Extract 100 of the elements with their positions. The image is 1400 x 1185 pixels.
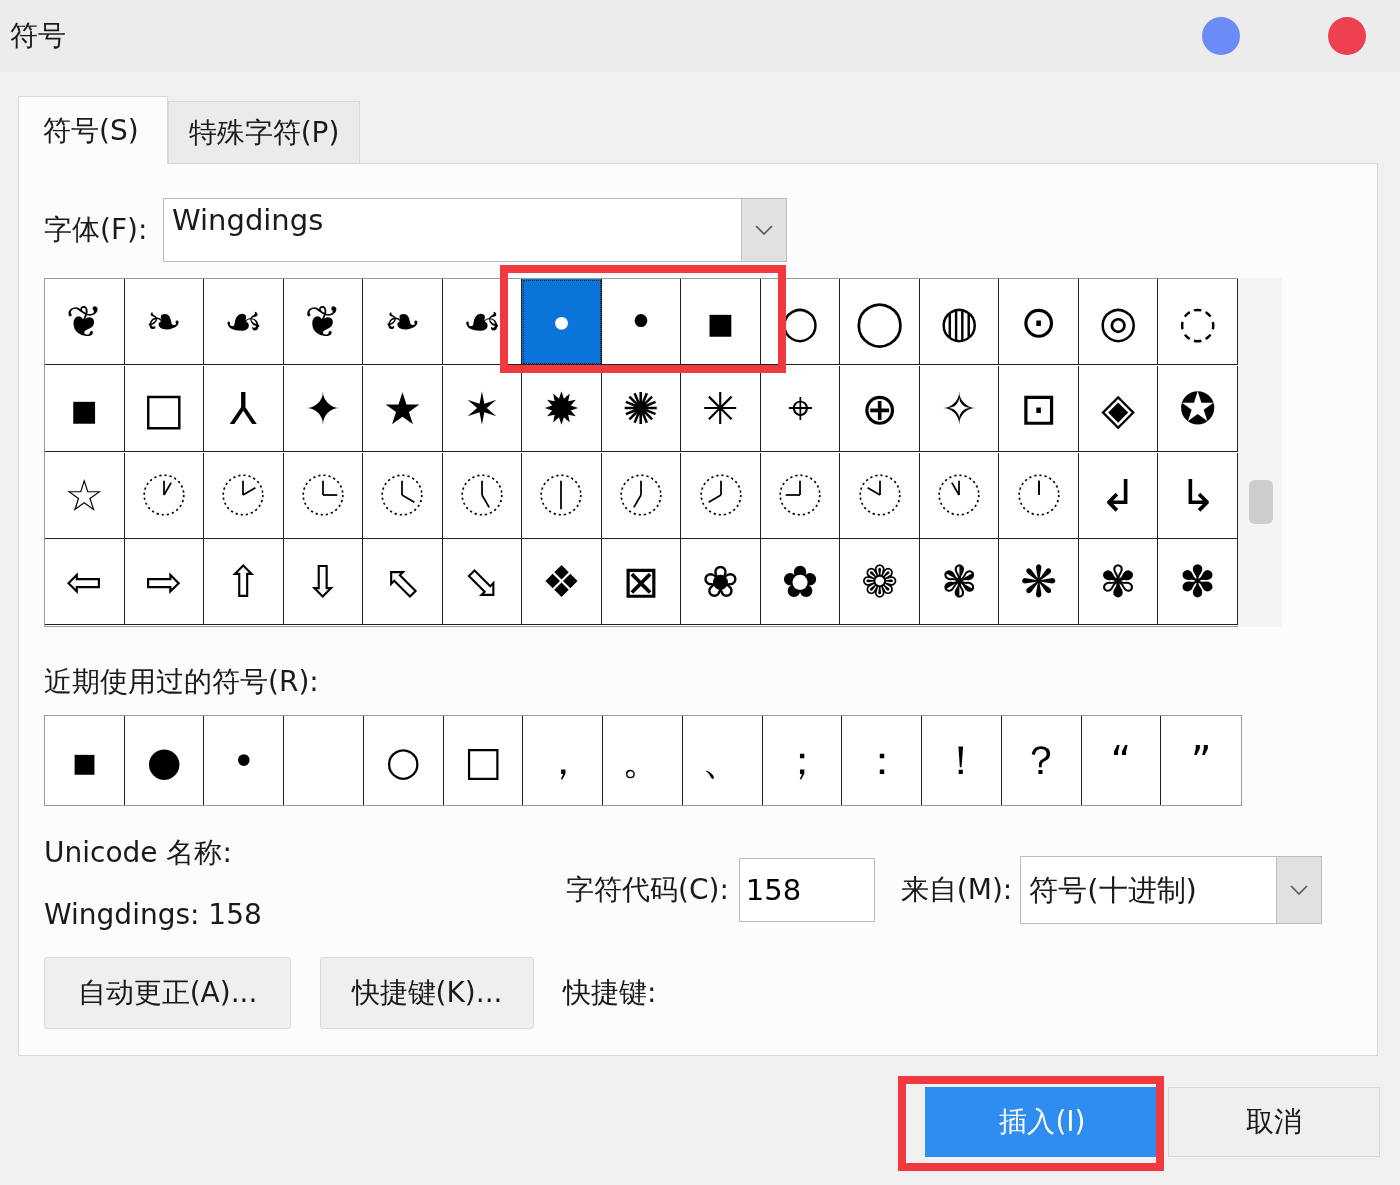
symbol-cell[interactable]: ◍: [919, 279, 1000, 365]
dialog-button[interactable]: 快捷键(K)...: [320, 957, 534, 1029]
symbol-cell[interactable]: [919, 452, 1000, 539]
symbol-cell[interactable]: ☆: [45, 452, 125, 539]
window-title: 符号: [10, 18, 66, 54]
symbol-cell[interactable]: ⬂: [442, 539, 523, 626]
clock-icon: [937, 473, 982, 517]
symbol-cell[interactable]: ✿: [760, 539, 841, 626]
symbol-cell[interactable]: ↲: [1078, 452, 1159, 539]
symbol-cell[interactable]: ⌖: [760, 365, 841, 452]
symbol-cell[interactable]: ❦: [283, 279, 364, 365]
symbol-cell[interactable]: ∙: [522, 279, 602, 365]
recent-symbol-cell[interactable]: ●: [124, 716, 205, 805]
char-code-label: 字符代码(C):: [566, 872, 729, 908]
recent-symbol-cell[interactable]: •: [204, 716, 285, 805]
char-code-field[interactable]: 158: [738, 858, 875, 922]
symbol-cell[interactable]: [204, 452, 284, 539]
chevron-down-icon: [755, 225, 773, 235]
recent-symbol-cell[interactable]: ：: [842, 716, 923, 805]
symbol-cell[interactable]: [999, 452, 1079, 539]
symbol-cell[interactable]: ⇦: [45, 539, 125, 626]
symbol-cell[interactable]: [681, 452, 761, 539]
symbol-cell[interactable]: ✾: [1078, 539, 1159, 626]
symbol-cell[interactable]: ◯: [840, 279, 920, 365]
symbol-cell[interactable]: ▪: [681, 279, 761, 365]
symbol-cell[interactable]: [601, 452, 682, 539]
symbol-cell[interactable]: ✺: [601, 365, 682, 452]
symbol-cell[interactable]: [522, 452, 602, 539]
symbol-cell[interactable]: ⇧: [204, 539, 284, 626]
clock-icon: [1016, 473, 1061, 517]
symbol-cell[interactable]: ⊕: [840, 365, 920, 452]
symbol-cell[interactable]: •: [601, 279, 682, 365]
close-button[interactable]: [1328, 17, 1366, 55]
symbol-cell[interactable]: ✳: [681, 365, 761, 452]
recent-symbol-cell[interactable]: ○: [363, 716, 444, 805]
symbol-cell[interactable]: ❦: [45, 279, 125, 365]
symbol-cell[interactable]: ⇨: [124, 539, 205, 626]
symbol-cell[interactable]: ✹: [522, 365, 602, 452]
symbol-cell[interactable]: ◈: [1078, 365, 1159, 452]
tab[interactable]: 符号(S): [18, 96, 168, 164]
symbol-cell[interactable]: ▪: [45, 365, 125, 452]
recent-symbol-cell[interactable]: ；: [762, 716, 843, 805]
recent-symbol-cell[interactable]: ？: [1001, 716, 1082, 805]
from-label: 来自(M):: [900, 872, 1013, 908]
symbol-cell[interactable]: ✦: [283, 365, 364, 452]
recent-symbols-label: 近期使用过的符号(R):: [44, 664, 320, 700]
symbol-cell[interactable]: ❖: [522, 539, 602, 626]
recent-symbol-cell[interactable]: ”: [1161, 716, 1241, 805]
clock-icon: [539, 473, 584, 517]
symbol-cell[interactable]: [124, 452, 205, 539]
symbol-cell[interactable]: □: [124, 365, 205, 452]
symbol-cell[interactable]: ❋: [999, 539, 1079, 626]
shortcut-label: 快捷键:: [563, 975, 657, 1011]
symbol-cell[interactable]: [442, 452, 523, 539]
recent-symbol-cell[interactable]: ，: [523, 716, 604, 805]
symbol-cell[interactable]: ⊡: [999, 365, 1079, 452]
unicode-name-label: Unicode 名称:: [44, 835, 233, 871]
symbol-cell[interactable]: ⊙: [999, 279, 1079, 365]
symbol-cell[interactable]: [363, 452, 443, 539]
symbol-cell[interactable]: ⅄: [204, 365, 284, 452]
font-dropdown[interactable]: Wingdings: [163, 198, 787, 262]
symbol-cell[interactable]: ✪: [1158, 365, 1238, 452]
symbol-cell[interactable]: ❀: [681, 539, 761, 626]
scrollbar[interactable]: [1238, 278, 1282, 627]
clock-icon: [698, 473, 743, 517]
symbol-cell[interactable]: [840, 452, 920, 539]
symbol-cell[interactable]: ⊠: [601, 539, 682, 626]
symbol-cell[interactable]: ⇩: [283, 539, 364, 626]
symbol-cell[interactable]: ⬁: [363, 539, 443, 626]
symbol-cell[interactable]: ✽: [1158, 539, 1238, 626]
recent-symbol-cell[interactable]: “: [1081, 716, 1162, 805]
recent-symbol-cell[interactable]: □: [443, 716, 524, 805]
symbol-cell[interactable]: ❧: [363, 279, 443, 365]
font-label: 字体(F):: [44, 212, 149, 248]
symbol-cell[interactable]: ◎: [1078, 279, 1159, 365]
symbol-cell[interactable]: ❧: [124, 279, 205, 365]
symbol-cell[interactable]: ↳: [1158, 452, 1238, 539]
symbol-cell[interactable]: ✶: [442, 365, 523, 452]
symbol-cell[interactable]: ❁: [840, 539, 920, 626]
recent-symbol-cell[interactable]: 。: [603, 716, 683, 805]
clock-icon: [221, 473, 266, 517]
symbol-cell[interactable]: ❃: [919, 539, 1000, 626]
cancel-button[interactable]: 取消: [1168, 1087, 1380, 1157]
symbol-cell[interactable]: [760, 452, 841, 539]
dialog-button[interactable]: 自动更正(A)...: [44, 957, 291, 1029]
symbol-cell[interactable]: ☙: [204, 279, 284, 365]
chevron-down-icon: [1290, 885, 1309, 895]
symbol-cell[interactable]: ◌: [1158, 279, 1238, 365]
symbol-cell[interactable]: [283, 452, 364, 539]
recent-symbol-cell[interactable]: ！: [922, 716, 1002, 805]
clock-icon: [459, 473, 504, 517]
symbol-cell[interactable]: ✧: [919, 365, 1000, 452]
recent-symbol-cell[interactable]: 、: [682, 716, 763, 805]
from-dropdown[interactable]: 符号(十进制): [1020, 856, 1323, 924]
symbol-cell[interactable]: ★: [363, 365, 443, 452]
symbol-description: Wingdings: 158: [44, 898, 263, 931]
minimize-button[interactable]: [1202, 17, 1240, 55]
clock-icon: [300, 473, 345, 517]
tab[interactable]: 特殊字符(P): [167, 101, 361, 163]
recent-symbol-cell[interactable]: ▪: [45, 716, 125, 805]
